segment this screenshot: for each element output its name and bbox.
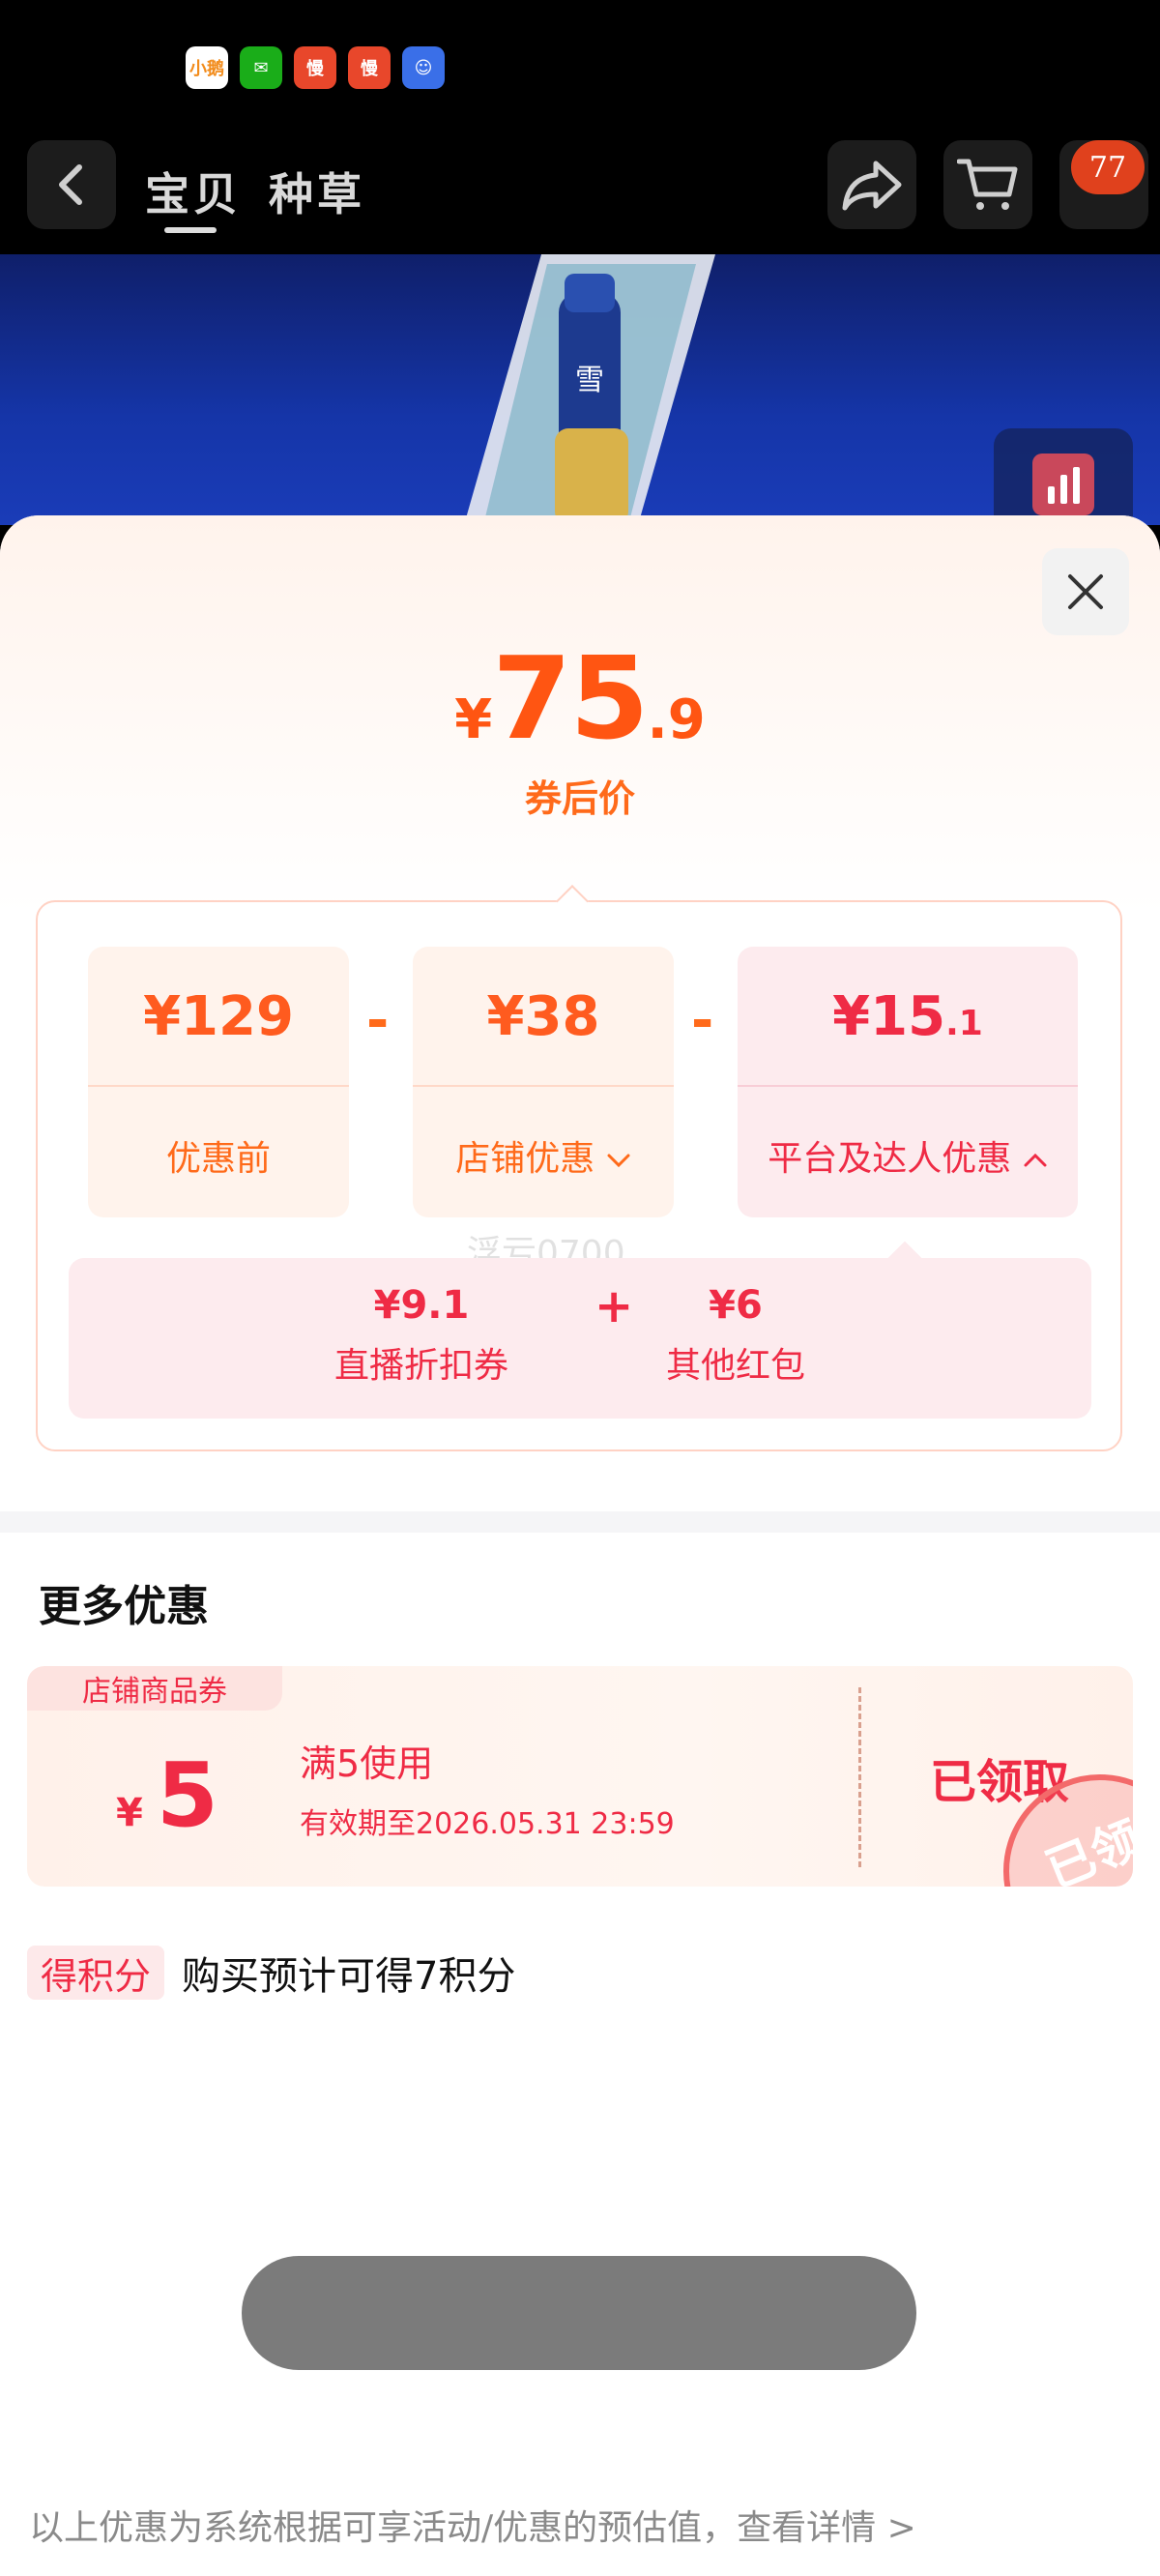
share-icon (842, 161, 902, 211)
beer-bottle-image: 雪 (464, 254, 715, 525)
coupon-condition: 满5使用 (300, 1742, 434, 1785)
product-image[interactable]: 雪 (0, 254, 1160, 525)
platform-discount-card[interactable]: ¥15.1 平台及达人优惠 (738, 947, 1078, 1217)
divider (738, 1085, 1078, 1087)
close-icon (1068, 574, 1103, 609)
manman-icon-2: 慢 (348, 46, 391, 89)
original-price-value: ¥129 (143, 985, 294, 1048)
divider (88, 1085, 349, 1087)
store-discount-card[interactable]: ¥38 店铺优惠 (413, 947, 674, 1217)
share-button[interactable] (827, 140, 916, 229)
divider (413, 1085, 674, 1087)
stats-button[interactable] (994, 428, 1133, 525)
coupon-divider (858, 1687, 861, 1867)
original-price-label: 优惠前 (165, 1139, 271, 1179)
coupon-amount-value: 5 (156, 1743, 218, 1847)
store-discount-value: ¥38 (486, 985, 600, 1048)
original-price-card: ¥129 优惠前 (88, 947, 349, 1217)
store-coupon-card[interactable]: 店铺商品券 ¥5 满5使用 有效期至2026.05.31 23:59 已领取 已… (27, 1666, 1133, 1887)
bar-chart-icon (1032, 454, 1094, 515)
chevron-down-icon (607, 1154, 630, 1168)
back-button[interactable] (27, 140, 116, 229)
plus-sign: + (594, 1279, 634, 1333)
minus-sign: - (366, 989, 390, 1052)
tab-grass[interactable]: 种草 (269, 160, 365, 223)
chevron-up-icon (1024, 1153, 1047, 1167)
platform-discount-details: ¥9.1 直播折扣券 + ¥6 其他红包 (69, 1258, 1091, 1419)
platform-discount-value: ¥15.1 (738, 985, 1078, 1048)
points-row: 得积分 购买预计可得7积分 (27, 1945, 515, 2001)
coupon-type-tag: 店铺商品券 (27, 1666, 282, 1711)
store-discount-label: 店铺优惠 (455, 1139, 595, 1179)
close-button[interactable] (1042, 548, 1129, 635)
cart-count-badge: 77 (1071, 140, 1145, 194)
currency-symbol: ¥ (454, 688, 493, 751)
minus-sign: - (691, 989, 714, 1052)
other-redpacket-label: 其他红包 (665, 1346, 805, 1386)
notification-app-icons: 小鹅 ✉ 慢慢 ☺ (186, 46, 445, 89)
cart-button[interactable] (943, 140, 1032, 229)
final-price: ¥75.9 (0, 631, 1160, 765)
status-bar: 小鹅 ✉ 慢慢 ☺ (0, 0, 1160, 140)
chevron-left-icon (59, 164, 82, 205)
wechat-icon: ✉ (240, 46, 282, 89)
platform-discount-dec: .1 (945, 1004, 983, 1043)
coupon-currency: ¥ (116, 1791, 143, 1835)
price-breakdown-card: ¥129 优惠前 - ¥38 店铺优惠 - ¥15.1 平台及达人优惠 浮亏07… (36, 900, 1122, 1451)
price-integer: 75 (492, 631, 649, 765)
other-redpacket-item: ¥6 其他红包 (658, 1283, 813, 1388)
disclaimer-link[interactable]: 以上优惠为系统根据可享活动/优惠的预估值，查看详情 > (29, 2500, 916, 2550)
points-tag: 得积分 (27, 1946, 165, 2000)
coupon-amount: ¥5 (116, 1743, 218, 1847)
platform-discount-label: 平台及达人优惠 (768, 1139, 1012, 1179)
live-coupon-label: 直播折扣券 (334, 1346, 508, 1386)
game-app-icon: ☺ (402, 46, 445, 89)
price-decimal: .9 (647, 688, 706, 751)
cart-icon (957, 159, 1018, 210)
action-button[interactable] (242, 2256, 916, 2370)
svg-text:雪: 雪 (575, 364, 604, 397)
points-text: 购买预计可得7积分 (182, 1954, 516, 1999)
discount-detail-sheet: ¥75.9 券后价 ¥129 优惠前 - ¥38 店铺优惠 - ¥15.1 平台… (0, 515, 1160, 2576)
store-discount-label-row: 店铺优惠 (413, 1130, 674, 1181)
tab-item[interactable]: 宝贝 (145, 160, 242, 223)
other-redpacket-value: ¥6 (709, 1283, 763, 1328)
active-tab-indicator (164, 227, 217, 233)
live-coupon-value: ¥9.1 (373, 1283, 470, 1328)
live-coupon-item: ¥9.1 直播折扣券 (334, 1283, 508, 1388)
section-divider (0, 1511, 1160, 1533)
manman-icon: 慢 (294, 46, 336, 89)
final-price-label: 券后价 (524, 777, 635, 820)
xiaohongshu-icon: 小鹅 (186, 46, 228, 89)
platform-discount-label-row: 平台及达人优惠 (738, 1130, 1078, 1181)
top-navigation: 宝贝 种草 77 (0, 140, 1160, 254)
coupon-expiry: 有效期至2026.05.31 23:59 (300, 1807, 675, 1841)
platform-discount-int: ¥15 (832, 985, 946, 1048)
more-offers-title: 更多优惠 (39, 1582, 209, 1631)
